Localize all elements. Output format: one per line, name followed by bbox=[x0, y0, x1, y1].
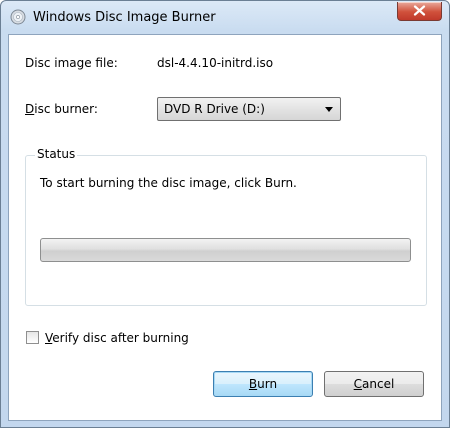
burn-access-key: B bbox=[248, 377, 258, 391]
disc-app-icon bbox=[10, 9, 26, 25]
cancel-button[interactable]: Cancel bbox=[324, 371, 424, 397]
status-message: To start burning the disc image, click B… bbox=[40, 176, 297, 190]
dialog-content: Disc image file: dsl-4.4.10-initrd.iso D… bbox=[8, 34, 442, 421]
disc-burner-select[interactable]: DVD R Drive (D:) bbox=[157, 97, 341, 121]
burner-dialog-window: Windows Disc Image Burner Disc image fil… bbox=[0, 0, 450, 428]
disc-burner-selected-value: DVD R Drive (D:) bbox=[164, 102, 265, 116]
burn-button[interactable]: Burn bbox=[213, 371, 313, 397]
title-bar[interactable]: Windows Disc Image Burner bbox=[1, 1, 449, 35]
close-icon bbox=[413, 5, 426, 16]
disc-burner-access-key: D bbox=[25, 102, 35, 116]
window-title: Windows Disc Image Burner bbox=[33, 10, 216, 25]
disc-image-file-label: Disc image file: bbox=[25, 56, 118, 70]
burn-progress-bar bbox=[40, 238, 411, 262]
burn-label-text: urn bbox=[257, 377, 278, 391]
cancel-access-key: C bbox=[353, 377, 363, 391]
verify-checkbox[interactable] bbox=[26, 331, 39, 344]
verify-label-text: erify disc after burning bbox=[52, 331, 189, 345]
dropdown-arrow-icon bbox=[325, 107, 333, 112]
close-button[interactable] bbox=[397, 2, 442, 21]
disc-burner-label: Disc burner: bbox=[25, 102, 98, 116]
status-group-title: Status bbox=[35, 147, 78, 161]
cancel-label-text: ancel bbox=[362, 377, 395, 391]
verify-label[interactable]: Verify disc after burning bbox=[45, 331, 189, 345]
disc-image-file-value: dsl-4.4.10-initrd.iso bbox=[157, 56, 274, 70]
disc-burner-label-text: isc burner: bbox=[34, 102, 98, 116]
